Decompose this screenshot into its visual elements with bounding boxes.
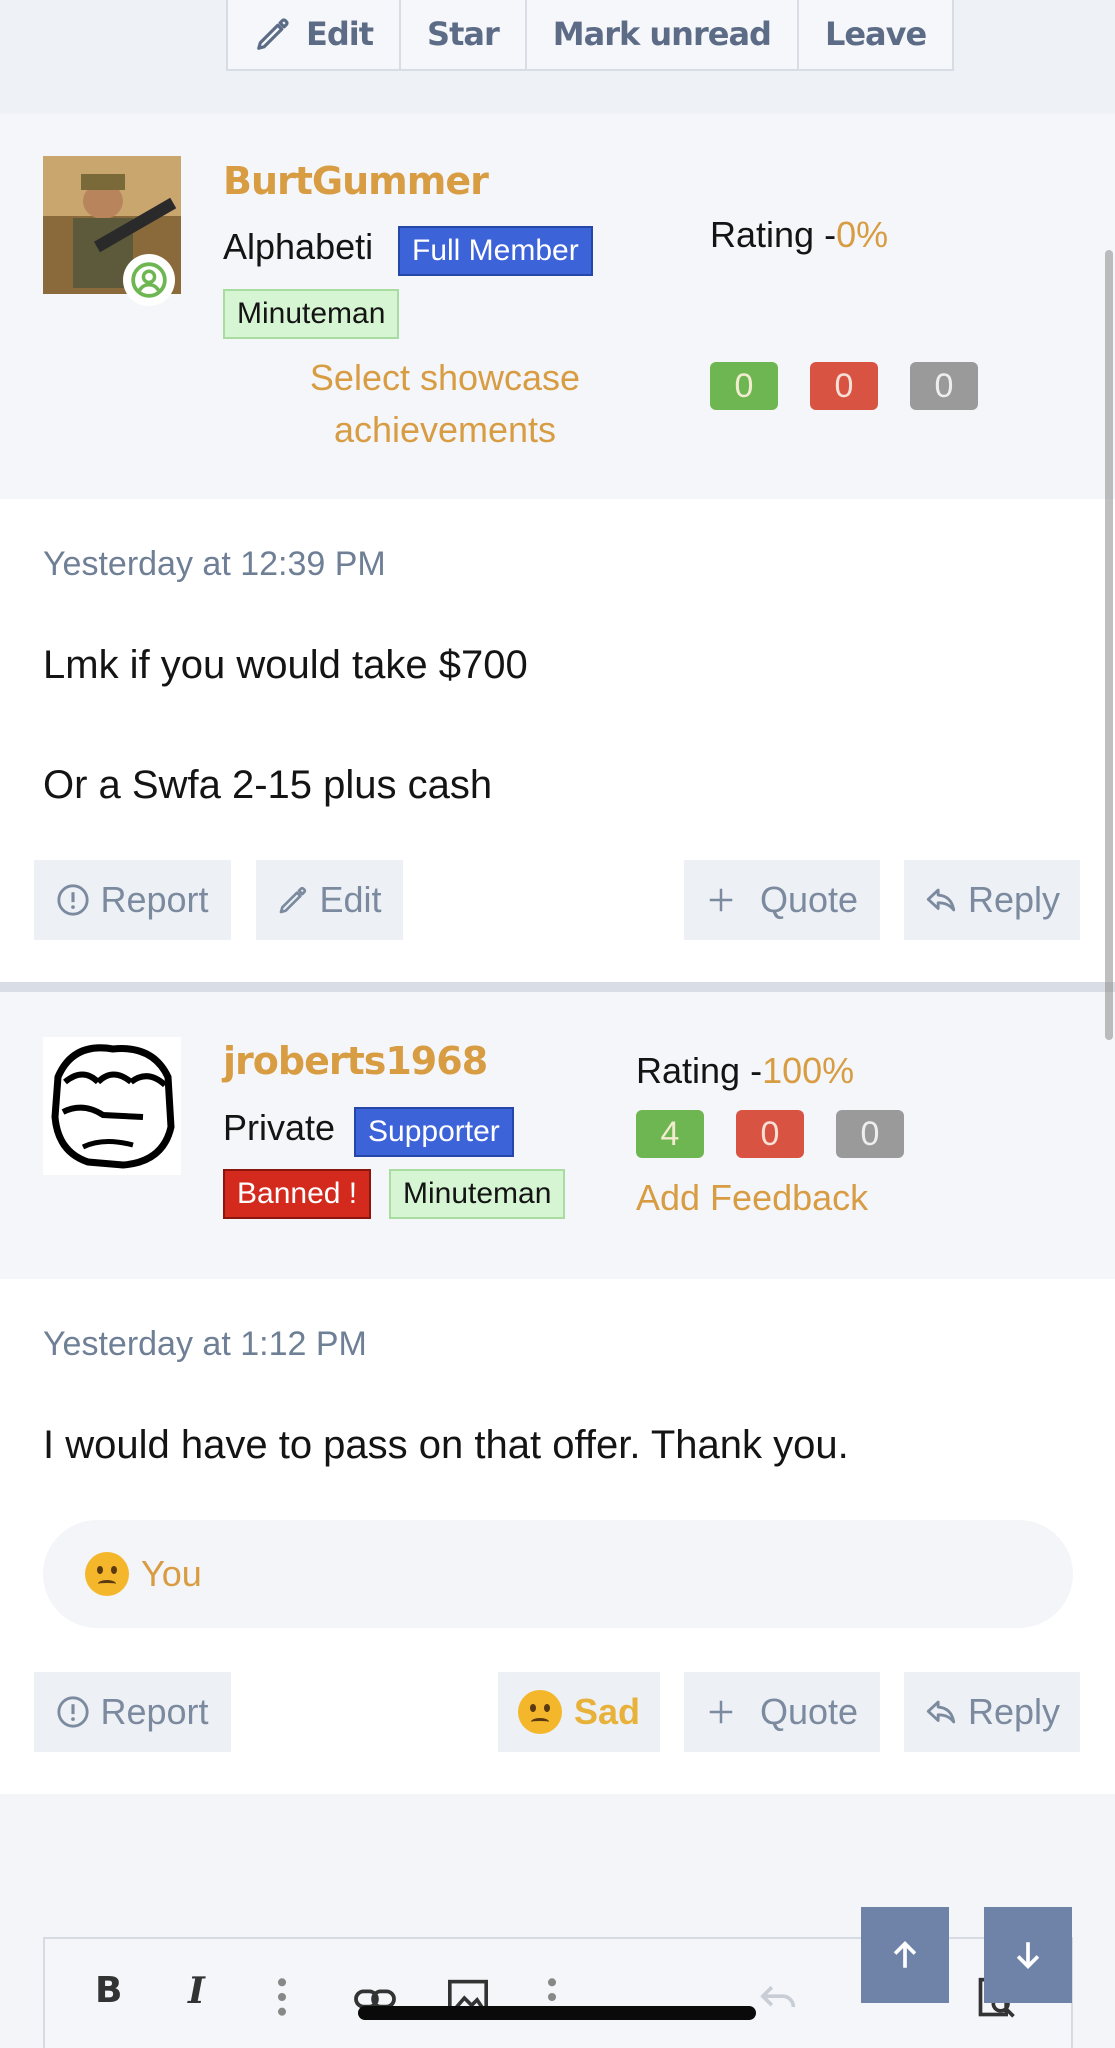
arrow-down-icon <box>1016 1942 1040 1969</box>
message-line: I would have to pass on that offer. Than… <box>43 1423 849 1467</box>
username[interactable]: jroberts1968 <box>223 1039 488 1083</box>
scrollbar[interactable] <box>1105 250 1113 1040</box>
edit-label: Edit <box>319 879 382 920</box>
badge-minuteman: Minuteman <box>223 289 400 339</box>
thread-edit-label: Edit <box>306 14 374 53</box>
reply-label: Reply <box>967 1691 1061 1732</box>
positive-count: 4 <box>636 1110 704 1158</box>
plus-icon <box>709 1700 733 1724</box>
quote-button[interactable]: Quote <box>684 860 880 940</box>
plus-icon <box>709 888 733 912</box>
reply-arrow-icon <box>926 1700 956 1724</box>
rating-label: Rating -0% <box>710 214 888 256</box>
badge-banned: Banned ! <box>223 1169 372 1219</box>
quote-label: Quote <box>759 879 859 920</box>
quote-label: Quote <box>759 1691 859 1732</box>
thread-action-group: Edit Star Mark unread Leave <box>226 0 955 71</box>
alert-circle-icon <box>57 1696 90 1728</box>
showcase-achievements-link[interactable]: Select showcase achievements <box>290 352 600 456</box>
post-timestamp[interactable]: Yesterday at 12:39 PM <box>43 545 386 584</box>
post-divider <box>0 982 1115 992</box>
post-timestamp[interactable]: Yesterday at 1:12 PM <box>43 1325 367 1364</box>
report-label: Report <box>100 1691 209 1732</box>
message-line: Or a Swfa 2-15 plus cash <box>43 763 493 807</box>
more-vertical-icon[interactable] <box>272 1975 292 2019</box>
star-button[interactable]: Star <box>401 0 527 69</box>
user-title: Private <box>223 1107 336 1148</box>
undo-icon[interactable] <box>756 1980 802 2016</box>
bold-button[interactable]: B <box>95 1970 122 2011</box>
rating-label: Rating -100% <box>636 1050 854 1092</box>
report-label: Report <box>100 879 209 920</box>
reaction-summary[interactable]: You <box>43 1520 1073 1628</box>
quote-button[interactable]: Quote <box>684 1672 880 1752</box>
add-feedback-link[interactable]: Add Feedback <box>636 1172 868 1224</box>
reply-label: Reply <box>967 879 1061 920</box>
pencil-icon <box>280 886 307 914</box>
badge-full-member: Full Member <box>398 226 593 276</box>
edit-button[interactable]: Edit <box>256 860 403 940</box>
star-label: Star <box>427 14 500 53</box>
positive-count: 0 <box>710 362 778 410</box>
reply-button[interactable]: Reply <box>904 1672 1080 1752</box>
message-line: Lmk if you would take $700 <box>43 643 528 687</box>
report-button[interactable]: Report <box>34 1672 231 1752</box>
report-button[interactable]: Report <box>34 860 231 940</box>
username[interactable]: BurtGummer <box>223 159 489 203</box>
scroll-down-button[interactable] <box>984 1907 1072 2003</box>
negative-count: 0 <box>810 362 878 410</box>
thread-edit-button[interactable]: Edit <box>228 0 402 69</box>
post-2-user-header: jroberts1968 Private Supporter Banned ! … <box>0 992 1115 1279</box>
mark-unread-button[interactable]: Mark unread <box>527 0 799 69</box>
badge-supporter: Supporter <box>354 1107 514 1157</box>
negative-count: 0 <box>736 1110 804 1158</box>
post-1-user-header: BurtGummer Alphabeti Full Member Minutem… <box>0 114 1115 499</box>
reaction-summary-label: You <box>141 1553 202 1594</box>
neutral-count: 0 <box>910 362 978 410</box>
home-indicator[interactable] <box>358 2006 756 2020</box>
avatar-image <box>43 1037 181 1175</box>
reply-button[interactable]: Reply <box>904 860 1080 940</box>
avatar[interactable] <box>43 1037 181 1175</box>
rating-value: 100% <box>762 1050 855 1091</box>
leave-label: Leave <box>824 14 927 53</box>
user-title: Alphabeti <box>223 226 374 267</box>
online-status-icon <box>123 254 175 306</box>
badge-minuteman: Minuteman <box>389 1169 566 1219</box>
sad-reaction-button[interactable]: Sad <box>498 1672 660 1752</box>
sad-face-icon <box>517 1690 562 1734</box>
arrow-up-icon <box>893 1941 917 1968</box>
rating-prefix: Rating - <box>710 214 837 255</box>
rating-value: 0% <box>836 214 889 255</box>
neutral-count: 0 <box>836 1110 904 1158</box>
scroll-up-button[interactable] <box>861 1907 949 2003</box>
sad-face-icon <box>85 1552 129 1596</box>
alert-circle-icon <box>57 884 90 916</box>
thread-action-bar: Edit Star Mark unread Leave <box>0 0 1115 114</box>
mark-unread-label: Mark unread <box>552 14 772 53</box>
rating-prefix: Rating - <box>636 1050 763 1091</box>
reply-arrow-icon <box>926 888 956 912</box>
sad-label: Sad <box>573 1691 641 1732</box>
pencil-icon <box>257 17 289 50</box>
leave-button[interactable]: Leave <box>799 0 952 69</box>
italic-button[interactable]: I <box>188 1970 205 2012</box>
